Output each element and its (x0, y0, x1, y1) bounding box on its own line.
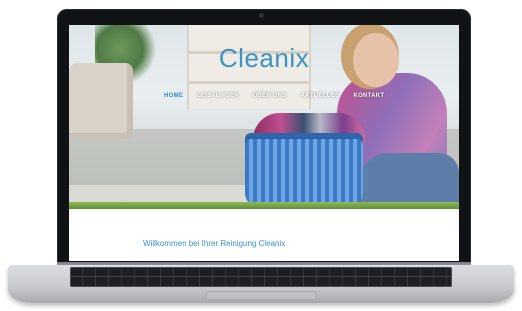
welcome-heading: Willkommen bei Ihrer Reinigung Cleanix (143, 239, 286, 248)
hero-woman-jeans (359, 153, 459, 209)
hero-image: Cleanix HOME LEISTUNGEN ÜBER UNS AKTUELL… (69, 25, 459, 209)
nav-item-aktuelles[interactable]: AKTUELLES (301, 93, 340, 99)
nav-item-ueber-uns[interactable]: ÜBER UNS (253, 93, 287, 99)
laundry-basket (245, 133, 363, 207)
laptop-screen: Cleanix HOME LEISTUNGEN ÜBER UNS AKTUELL… (69, 25, 459, 261)
laptop-lid: Cleanix HOME LEISTUNGEN ÜBER UNS AKTUELL… (57, 9, 471, 269)
trackpad (206, 291, 316, 300)
main-nav: HOME LEISTUNGEN ÜBER UNS AKTUELLES KONTA… (164, 93, 384, 99)
keyboard (70, 267, 452, 287)
nav-item-leistungen[interactable]: LEISTUNGEN (197, 93, 239, 99)
laptop-base (8, 265, 514, 303)
hero-armchair (69, 63, 133, 139)
webcam-icon (259, 13, 264, 18)
site-logo[interactable]: Cleanix (69, 43, 459, 74)
nav-item-home[interactable]: HOME (164, 93, 183, 99)
hero-grass (69, 202, 459, 209)
nav-item-kontakt[interactable]: KONTAKT (353, 93, 384, 99)
